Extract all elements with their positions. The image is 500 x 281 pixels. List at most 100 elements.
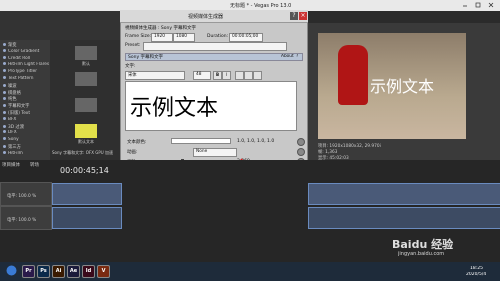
- tree-item-label: (旧版) Text: [8, 111, 31, 116]
- tab-transitions[interactable]: 转场: [30, 162, 39, 168]
- thumbnail-label: 默认: [82, 61, 90, 66]
- folder-icon: [3, 130, 6, 134]
- folder-icon: [3, 69, 6, 73]
- about-link[interactable]: About: [281, 54, 294, 59]
- generator-thumbnail[interactable]: [75, 98, 97, 112]
- italic-button[interactable]: I: [222, 71, 231, 80]
- taskbar-date: 2020/5/4: [466, 272, 487, 277]
- timeline-clip-1[interactable]: [52, 183, 122, 205]
- thumbnail-label: 默认文本: [78, 139, 94, 144]
- text-color-value: 1.0, 1.0, 1.0, 1.0: [237, 139, 275, 144]
- tree-item-label: ProType Titler: [8, 69, 38, 75]
- folder-icon: [3, 104, 6, 108]
- text-label: 文字:: [125, 64, 136, 69]
- section-header: Sony 字幕和文字 About ?: [125, 53, 303, 61]
- tab-project-media[interactable]: 项目媒体: [2, 162, 20, 168]
- generator-thumbnail[interactable]: [75, 46, 97, 60]
- frame-width-input[interactable]: 1920: [151, 33, 173, 42]
- folder-icon: [3, 124, 6, 128]
- tree-item-label: BFX: [8, 116, 17, 122]
- dialog-help-icon[interactable]: ?: [290, 12, 298, 20]
- track-header-1[interactable]: 电平: 100.0 %: [0, 182, 52, 206]
- tree-item-label: HitFilm Light Flares: [8, 62, 49, 68]
- folder-icon: [3, 43, 6, 46]
- tree-item-label: 渐变: [8, 43, 17, 48]
- frame-size-label: Frame Size:: [125, 34, 152, 39]
- timeline-clip-4[interactable]: [308, 207, 500, 229]
- dialog-titlebar: 视频媒体生成器 ? ×: [120, 10, 308, 23]
- folder-icon: [3, 62, 6, 66]
- toolbar-strip: [0, 11, 120, 40]
- folder-icon: [3, 116, 6, 120]
- tree-item-label: 3D 过渡: [8, 124, 25, 130]
- section-title: Sony 字幕和文字: [128, 55, 164, 60]
- font-size-select[interactable]: 48: [193, 71, 211, 80]
- text-editor-content: 示例文本: [130, 96, 219, 121]
- text-color-anim-button[interactable]: [297, 138, 305, 146]
- maximize-icon[interactable]: [475, 2, 481, 8]
- duration-input[interactable]: 00:00:05;00: [229, 33, 263, 42]
- font-select[interactable]: 宋体: [125, 71, 185, 80]
- generator-name: Sony 字幕和文字: [160, 26, 196, 31]
- taskbar-app-icon[interactable]: Ae: [67, 265, 80, 278]
- tree-item-label: Text Pattern: [8, 76, 34, 81]
- folder-icon: [3, 150, 6, 154]
- folder-icon: [3, 76, 6, 79]
- preset-label: Preset:: [125, 43, 141, 48]
- watermark-url: jingyan.baidu.com: [398, 251, 445, 257]
- animation-anim-button[interactable]: [297, 148, 305, 156]
- folder-icon: [3, 90, 6, 94]
- tree-item[interactable]: HitFilm: [3, 150, 49, 158]
- track-header-2[interactable]: 电平: 100.0 %: [0, 206, 52, 230]
- track1-level: 电平: 100.0 %: [7, 194, 37, 199]
- start-icon[interactable]: [6, 265, 17, 276]
- dialog-close-icon[interactable]: ×: [299, 12, 307, 20]
- text-color-swatch[interactable]: [171, 138, 231, 144]
- timeline-time: 00:00:45;14: [60, 166, 109, 175]
- tree-item-label: HitFilm: [8, 150, 23, 156]
- preview-overlay-text: 示例文本: [370, 77, 435, 96]
- help-link[interactable]: ?: [296, 54, 298, 59]
- folder-icon: [3, 48, 6, 52]
- timeline-clip-3[interactable]: [308, 183, 500, 205]
- frame-height-input[interactable]: 1080: [173, 33, 195, 42]
- tree-item-label: Sony: [8, 137, 19, 143]
- folder-icon: [3, 137, 6, 141]
- app-title: 无标题 * - Vegas Pro 13.0: [230, 3, 292, 9]
- text-editor[interactable]: 示例文本: [125, 81, 297, 131]
- thumbnail-pane: 默认默认文本 Sony 字幕和文字: OFX GPU 加速: [50, 40, 122, 160]
- generator-thumbnail[interactable]: [75, 124, 97, 138]
- close-icon[interactable]: [488, 2, 494, 8]
- watermark-title: Baidu 经验: [392, 238, 454, 251]
- taskbar-app-icon[interactable]: Id: [82, 265, 95, 278]
- align-left-button[interactable]: [235, 71, 244, 80]
- video-preview: 示例文本: [318, 33, 466, 139]
- taskbar-app-icon[interactable]: Ps: [37, 265, 50, 278]
- generator-thumbnail[interactable]: [75, 72, 97, 86]
- tree-item-label: 字幕和文字: [8, 104, 30, 110]
- timeline-clip-2[interactable]: [52, 207, 122, 229]
- track2-level: 电平: 100.0 %: [7, 218, 37, 223]
- taskbar-time: 18:25: [470, 266, 483, 271]
- folder-icon: [3, 111, 6, 114]
- tree-item-label: Credit Roll: [8, 55, 31, 61]
- preview-figure: [338, 45, 368, 105]
- tree-item-label: 第三方: [8, 145, 21, 150]
- align-right-button[interactable]: [253, 71, 262, 80]
- tree-item-label: 棋盘格: [8, 90, 21, 96]
- explorer-tree: 渐变 Color Gradient Credit Roll HitFilm Light…: [0, 40, 50, 160]
- taskbar-app-icon[interactable]: V: [97, 265, 110, 278]
- taskbar-app-icon[interactable]: Ai: [52, 265, 65, 278]
- folder-icon: [3, 83, 6, 87]
- tree-item-label: Color Gradient: [8, 48, 40, 54]
- tree-item-label: 噪波: [8, 83, 17, 89]
- animation-select[interactable]: None: [193, 148, 237, 157]
- bold-button[interactable]: B: [213, 71, 222, 80]
- folder-icon: [3, 55, 6, 59]
- align-center-button[interactable]: [244, 71, 253, 80]
- taskbar-app-icon[interactable]: Pr: [22, 265, 35, 278]
- preset-select[interactable]: [143, 42, 287, 51]
- folder-icon: [3, 97, 6, 101]
- generator-description: Sony 字幕和文字: OFX GPU 加速: [52, 150, 113, 155]
- minimize-icon[interactable]: [462, 2, 468, 8]
